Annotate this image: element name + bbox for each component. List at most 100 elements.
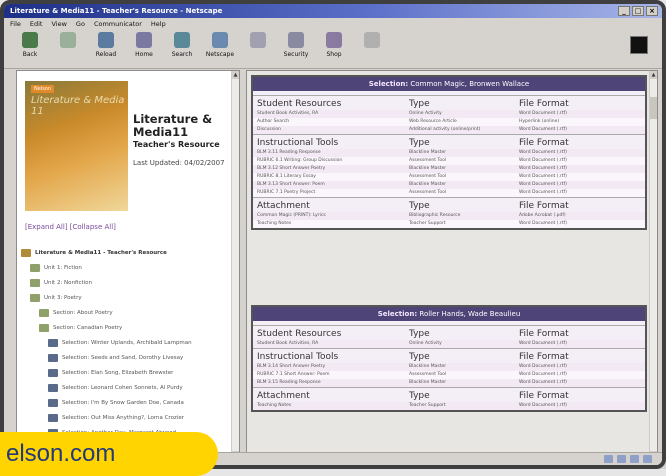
status-icons xyxy=(604,455,652,463)
resource-type: Bibliographic Resource xyxy=(409,213,461,218)
scroll-up-icon[interactable]: ▲ xyxy=(232,71,239,79)
print-button[interactable] xyxy=(240,32,276,51)
tree-item[interactable]: Section: About Poetry xyxy=(21,305,233,320)
right-scrollbar[interactable]: ▲ ▼ xyxy=(649,71,657,459)
resource-format: Word Document (.rtf) xyxy=(519,158,567,163)
resource-row[interactable]: RUBRIC 7.1 Poetry Project Assessment Tool… xyxy=(253,189,645,197)
resource-format: Word Document (.rtf) xyxy=(519,380,567,385)
reload-button[interactable]: Reload xyxy=(88,32,124,58)
tree-item[interactable]: Selection: Elan Song, Elizabeth Brewster xyxy=(21,365,233,380)
content-pane: Selection: Roller Hands, Wade Beaulieu St… xyxy=(246,70,658,460)
resource-row[interactable]: RUBRIC 6.1 Writing: Group Discussion Asse… xyxy=(253,157,645,165)
left-scrollbar[interactable]: ▲ ▼ xyxy=(231,71,239,459)
maximize-button[interactable]: □ xyxy=(632,6,644,16)
tree-item[interactable]: Section: Canadian Poetry xyxy=(21,320,233,335)
stop-button[interactable] xyxy=(354,32,390,51)
folder-icon xyxy=(30,278,40,287)
resource-link[interactable]: Teaching Notes xyxy=(257,402,409,410)
tree-item[interactable]: Selection: Seeds and Sand, Dorothy Lives… xyxy=(21,350,233,365)
stop-icon xyxy=(364,32,380,48)
resource-link[interactable]: Student Book Activities, RA xyxy=(257,110,409,118)
scroll-thumb[interactable] xyxy=(650,97,657,119)
resource-format: Word Document (.rtf) xyxy=(519,190,567,195)
resource-link[interactable]: BLM 3.15 Reading Response xyxy=(257,379,409,387)
tree-item[interactable]: Unit 3: Poetry xyxy=(21,290,233,305)
resource-row[interactable]: RUBRIC 8.1 Literary Essay Assessment Tool… xyxy=(253,173,645,181)
resource-type: Online Activity xyxy=(409,341,442,346)
resource-format: Word Document (.rtf) xyxy=(519,150,567,155)
column-header: Attachment xyxy=(257,201,310,211)
resource-link[interactable]: BLM 3.14 Short Answer Poetry xyxy=(257,363,409,371)
resource-row[interactable]: BLM 3.12 Short Answer Poetry Blackline Ma… xyxy=(253,165,645,173)
resource-row[interactable]: Teaching Notes Teacher Support Word Docume… xyxy=(253,220,645,228)
shop-button[interactable]: Shop xyxy=(316,32,352,58)
forward-button[interactable] xyxy=(50,32,86,51)
last-updated: Last Updated: 04/02/2007 xyxy=(133,159,225,167)
section-header: Attachment Type File Format xyxy=(253,388,645,402)
menu-bar: File Edit View Go Communicator Help xyxy=(4,18,662,30)
security-button[interactable]: Security xyxy=(278,32,314,58)
scroll-up-icon[interactable]: ▲ xyxy=(650,71,657,79)
resource-link[interactable]: RUBRIC 8.1 Literary Essay xyxy=(257,173,409,181)
resource-row[interactable]: BLM 3.14 Short Answer Poetry Blackline Ma… xyxy=(253,363,645,371)
resource-row[interactable]: BLM 3.11 Reading Response Blackline Maste… xyxy=(253,149,645,157)
close-button[interactable]: × xyxy=(646,6,658,16)
resource-row[interactable]: Discussion Additional activity (online/pr… xyxy=(253,126,645,134)
tree-item[interactable]: Unit 1: Fiction xyxy=(21,260,233,275)
resource-section: Attachment Type File Format Teaching Notes T… xyxy=(253,387,645,410)
resource-row[interactable]: Student Book Activities, RA Online Activi… xyxy=(253,110,645,118)
resource-row[interactable]: RUBRIC 7.1 Short Answer: Poem Assessment … xyxy=(253,371,645,379)
column-header: Instructional Tools xyxy=(257,138,339,148)
minimize-button[interactable]: _ xyxy=(618,6,630,16)
menu-communicator[interactable]: Communicator xyxy=(94,18,142,30)
tree-item[interactable]: Literature & Media11 - Teacher's Resourc… xyxy=(21,245,233,260)
resource-row[interactable]: Author Search Web Resource Article Hyperli… xyxy=(253,118,645,126)
resource-link[interactable]: RUBRIC 7.1 Short Answer: Poem xyxy=(257,371,409,379)
resource-row[interactable]: BLM 3.15 Reading Response Blackline Maste… xyxy=(253,379,645,387)
resource-row[interactable]: BLM 3.13 Short Answer: Poem Blackline Mas… xyxy=(253,181,645,189)
content-tree: Literature & Media11 - Teacher's Resourc… xyxy=(21,245,233,459)
home-button[interactable]: Home xyxy=(126,32,162,58)
resource-link[interactable]: Student Book Activities, RA xyxy=(257,340,409,348)
security-icon xyxy=(288,32,304,48)
doc-icon xyxy=(48,368,58,377)
tree-item[interactable]: Selection: I'm By Snow Garden Doe, Canad… xyxy=(21,395,233,410)
resource-format: Word Document (.rtf) xyxy=(519,221,567,226)
resource-link[interactable]: Discussion xyxy=(257,126,409,134)
reload-icon xyxy=(98,32,114,48)
search-button[interactable]: Search xyxy=(164,32,200,58)
menu-view[interactable]: View xyxy=(51,18,66,30)
resource-format: Word Document (.rtf) xyxy=(519,403,567,408)
resource-link[interactable]: Author Search xyxy=(257,118,409,126)
menu-go[interactable]: Go xyxy=(76,18,85,30)
resource-row[interactable]: Student Book Activities, RA Online Activi… xyxy=(253,340,645,348)
column-header: File Format xyxy=(519,352,569,362)
resource-section: Instructional Tools Type File Format BLM 3.… xyxy=(253,348,645,387)
book-subtitle: Teacher's Resource xyxy=(133,140,220,149)
menu-help[interactable]: Help xyxy=(151,18,166,30)
resource-link[interactable]: RUBRIC 6.1 Writing: Group Discussion xyxy=(257,157,409,165)
resource-row[interactable]: Teaching Notes Teacher Support Word Docume… xyxy=(253,402,645,410)
resource-row[interactable]: Common Magic (PRINT): Lyrics Bibliographi… xyxy=(253,212,645,220)
print-icon xyxy=(250,32,266,48)
expand-collapse-links[interactable]: [Expand All] [Collapse All] xyxy=(25,223,116,231)
tree-item[interactable]: Unit 2: Nonfiction xyxy=(21,275,233,290)
section-header: Attachment Type File Format xyxy=(253,198,645,212)
resource-type: Assessment Tool xyxy=(409,190,447,195)
tree-item[interactable]: Selection: Out Miss Anything?, Lorna Cro… xyxy=(21,410,233,425)
security-status-icon xyxy=(604,455,613,463)
resource-link[interactable]: Common Magic (PRINT): Lyrics xyxy=(257,212,409,220)
tree-item[interactable]: Selection: Winter Uplands, Archibald Lam… xyxy=(21,335,233,350)
menu-file[interactable]: File xyxy=(10,18,21,30)
resource-link[interactable]: BLM 3.12 Short Answer Poetry xyxy=(257,165,409,173)
resource-link[interactable]: BLM 3.13 Short Answer: Poem xyxy=(257,181,409,189)
resource-link[interactable]: Teaching Notes xyxy=(257,220,409,228)
resource-section: Instructional Tools Type File Format BLM 3.… xyxy=(253,134,645,197)
resource-link[interactable]: BLM 3.11 Reading Response xyxy=(257,149,409,157)
netscape-button[interactable]: Netscape xyxy=(202,32,238,58)
composer-icon xyxy=(643,455,652,463)
back-button[interactable]: Back xyxy=(12,32,48,58)
menu-edit[interactable]: Edit xyxy=(30,18,43,30)
resource-link[interactable]: RUBRIC 7.1 Poetry Project xyxy=(257,189,409,197)
tree-item[interactable]: Selection: Leonard Cohen Sonnets, Al Pur… xyxy=(21,380,233,395)
